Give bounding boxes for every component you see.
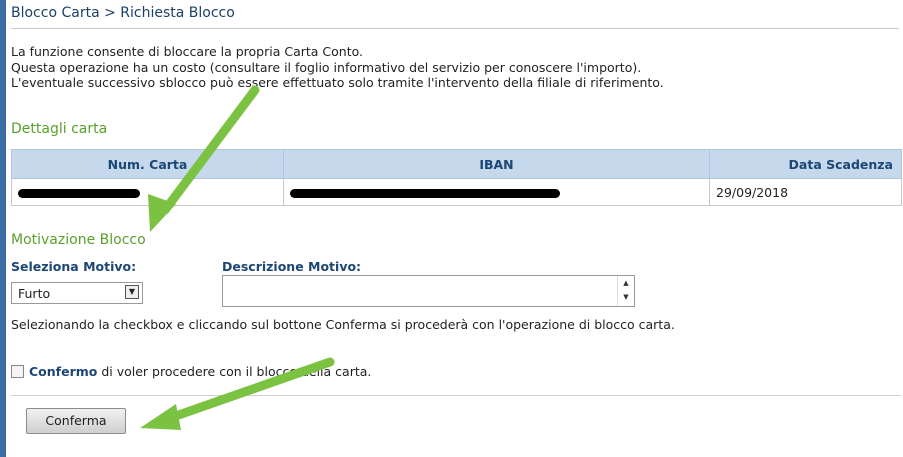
select-reason-label: Seleziona Motivo: (11, 259, 137, 274)
confirm-label: di voler procedere con il blocco della c… (97, 364, 372, 379)
confirm-strong-label: Confermo (29, 364, 98, 379)
intro-line-2: Questa operazione ha un costo (consultar… (11, 59, 642, 75)
reason-select[interactable]: Furto ▼ (11, 282, 143, 304)
chevron-down-icon[interactable]: ▼ (125, 285, 139, 299)
intro-text: La funzione consente di bloccare la prop… (11, 44, 664, 91)
expiry-cell: 29/09/2018 (709, 178, 902, 206)
confirm-button[interactable]: Conferma (26, 408, 126, 434)
divider (11, 395, 901, 396)
block-card-panel: Blocco Carta > Richiesta Blocco La funzi… (6, 0, 903, 457)
scroll-down-icon[interactable]: ▼ (618, 290, 634, 304)
table-row: 29/09/2018 (11, 178, 902, 206)
col-card-number: Num. Carta (11, 149, 284, 179)
description-label: Descrizione Motivo: (222, 259, 362, 274)
intro-line-1: La funzione consente di bloccare la prop… (11, 44, 364, 59)
card-details-table: Num. Carta IBAN Data Scadenza 29/09/2018 (11, 149, 902, 206)
description-textarea[interactable]: ▲ ▼ (222, 275, 635, 307)
intro-line-3: L'eventuale successivo sblocco può esser… (11, 75, 664, 90)
iban-cell (283, 178, 710, 206)
col-iban: IBAN (283, 149, 710, 179)
block-reason-title: Motivazione Blocco (11, 232, 146, 248)
confirm-checkbox[interactable] (11, 365, 24, 378)
confirm-note: Selezionando la checkbox e cliccando sul… (11, 317, 675, 332)
card-number-cell (11, 178, 284, 206)
breadcrumb: Blocco Carta > Richiesta Blocco (11, 2, 899, 29)
scroll-up-icon[interactable]: ▲ (618, 276, 634, 290)
redacted-iban (290, 188, 560, 198)
redacted-card-number (18, 188, 140, 198)
table-header-row: Num. Carta IBAN Data Scadenza (11, 149, 902, 179)
card-details-title: Dettagli carta (11, 121, 108, 137)
textarea-scrollbar[interactable]: ▲ ▼ (617, 276, 634, 306)
col-expiry: Data Scadenza (709, 149, 902, 179)
reason-select-value: Furto (18, 286, 51, 301)
confirm-row: Confermo di voler procedere con il blocc… (11, 364, 371, 379)
